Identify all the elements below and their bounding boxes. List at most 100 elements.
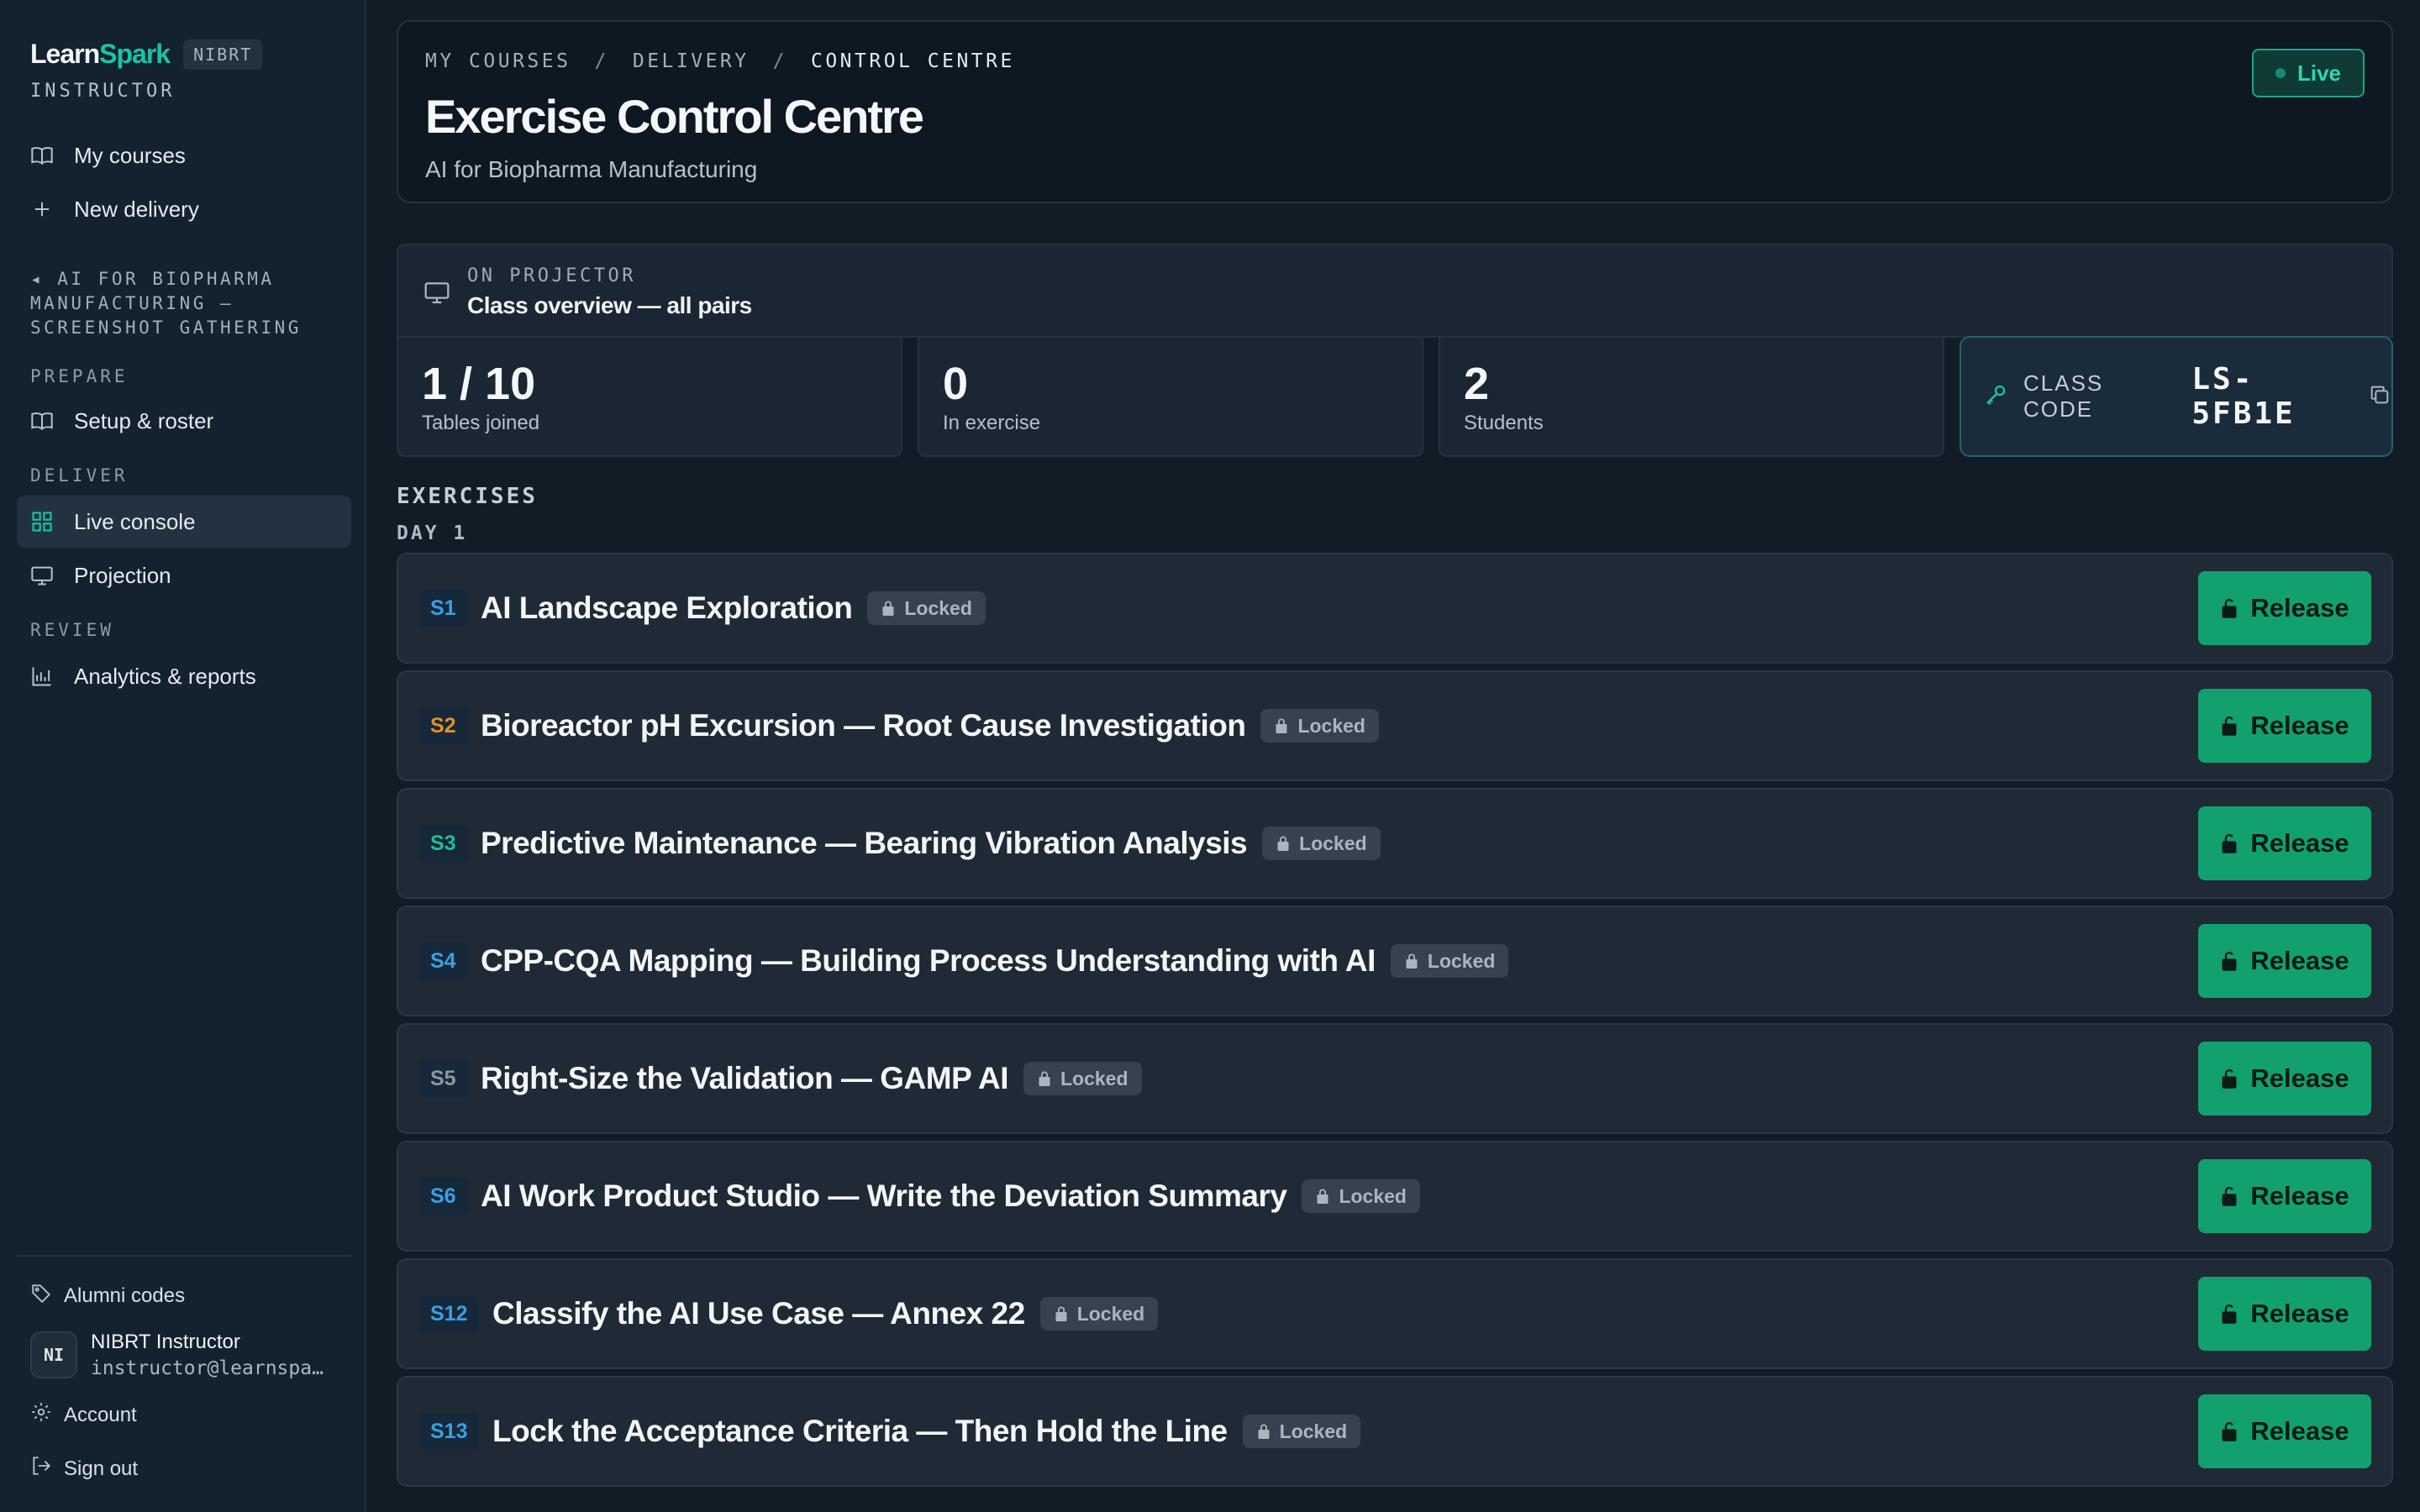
user-profile[interactable]: NI NIBRT Instructor instructor@learnspar…: [30, 1331, 334, 1379]
exercise-title: CPP-CQA Mapping — Building Process Under…: [481, 943, 1376, 978]
day-heading: DAY 1: [397, 522, 468, 544]
unlock-icon: [2220, 597, 2250, 619]
locked-label: Locked: [1279, 1420, 1348, 1442]
grid-icon: [30, 510, 74, 533]
release-button[interactable]: Release: [2198, 689, 2371, 763]
breadcrumb: MY COURSES / DELIVERY / CONTROL CENTRE: [425, 50, 1015, 72]
locked-badge: Locked: [1023, 1062, 1142, 1095]
exercise-title-group: Bioreactor pH Excursion — Root Cause Inv…: [481, 672, 1379, 780]
sidebar-item-live-console[interactable]: Live console: [17, 496, 351, 548]
locked-badge: Locked: [1039, 1297, 1159, 1331]
sidebar-item-setup-roster[interactable]: Setup & roster: [17, 395, 351, 447]
locked-label: Locked: [1060, 1067, 1128, 1089]
lock-icon: [1054, 1305, 1077, 1322]
avatar: NI: [30, 1331, 77, 1378]
sign-out-link[interactable]: Sign out: [30, 1455, 138, 1483]
exercise-row: S3 Predictive Maintenance — Bearing Vibra…: [397, 788, 2393, 899]
sidebar-item-analytics[interactable]: Analytics & reports: [17, 650, 351, 702]
stat-value: 2: [1464, 359, 1490, 409]
unlock-icon: [2220, 950, 2250, 972]
plus-icon: [30, 197, 74, 221]
release-button[interactable]: Release: [2198, 924, 2371, 998]
exercise-row: S1 AI Landscape Exploration Locked Release: [397, 553, 2393, 664]
unlock-icon: [2220, 1068, 2250, 1089]
user-email: instructor@learnspark.ai: [91, 1357, 334, 1379]
class-code-card: CLASS CODE LS-5FB1E: [1960, 336, 2393, 457]
alumni-codes-link[interactable]: Alumni codes: [30, 1282, 185, 1310]
release-button[interactable]: Release: [2198, 1277, 2371, 1351]
sidebar-item-label: Analytics & reports: [74, 663, 256, 689]
exercise-code-badge: S5: [418, 1060, 468, 1097]
monitor-icon: [30, 564, 74, 587]
lock-icon: [1404, 953, 1428, 969]
breadcrumb-delivery[interactable]: DELIVERY: [633, 50, 750, 72]
unlock-icon: [2220, 832, 2250, 854]
exercise-row: S5 Right-Size the Validation — GAMP AI Loc…: [397, 1023, 2393, 1134]
role-label: INSTRUCTOR: [30, 81, 176, 102]
exercise-code-badge: S12: [418, 1295, 480, 1332]
exercise-title: AI Work Product Studio — Write the Devia…: [481, 1179, 1287, 1213]
sign-out-label: Sign out: [64, 1457, 139, 1480]
unlock-icon: [2220, 1303, 2250, 1325]
sidebar-item-new-delivery[interactable]: New delivery: [17, 183, 351, 235]
exercise-title-group: Classify the AI Use Case — Annex 22 Locke…: [492, 1260, 1159, 1368]
stat-value: 1 / 10: [422, 359, 536, 409]
exercise-code-badge: S6: [418, 1178, 468, 1215]
sidebar-item-label: Live console: [74, 508, 196, 534]
stat-in-exercise: 0 In exercise: [918, 336, 1423, 457]
release-button[interactable]: Release: [2198, 1159, 2371, 1233]
logout-icon: [30, 1455, 64, 1483]
book-icon: [30, 409, 74, 433]
sidebar-item-label: Projection: [74, 562, 171, 588]
sidebar-item-projection[interactable]: Projection: [17, 549, 351, 601]
breadcrumb-separator: /: [594, 50, 609, 72]
status-label: Live: [2296, 60, 2341, 86]
section-label-prepare: PREPARE: [30, 366, 129, 386]
course-back-link[interactable]: ◂ AI FOR BIOPHARMA MANUFACTURING — SCREE…: [30, 267, 333, 340]
unlock-icon: [2220, 1185, 2250, 1207]
release-label: Release: [2250, 828, 2349, 858]
locked-badge: Locked: [867, 591, 986, 625]
lock-icon: [1315, 1188, 1339, 1205]
exercise-row: S4 CPP-CQA Mapping — Building Process Und…: [397, 906, 2393, 1016]
locked-label: Locked: [1339, 1184, 1407, 1207]
exercise-title-group: Right-Size the Validation — GAMP AI Locke…: [481, 1025, 1142, 1132]
account-link[interactable]: Account: [30, 1401, 137, 1429]
gear-icon: [30, 1401, 64, 1429]
copy-icon[interactable]: [2368, 383, 2391, 411]
locked-badge: Locked: [1390, 944, 1509, 978]
sidebar-item-label: New delivery: [74, 196, 199, 222]
exercise-title-group: CPP-CQA Mapping — Building Process Under…: [481, 907, 1509, 1015]
breadcrumb-separator: /: [772, 50, 787, 72]
locked-label: Locked: [1076, 1302, 1145, 1325]
unlock-icon: [2220, 715, 2250, 737]
breadcrumb-current: CONTROL CENTRE: [810, 50, 1015, 72]
locked-label: Locked: [904, 596, 972, 619]
release-button[interactable]: Release: [2198, 571, 2371, 645]
live-dot-icon: [2275, 68, 2286, 78]
stat-label: Tables joined: [422, 412, 540, 434]
sidebar-item-my-courses[interactable]: My courses: [17, 129, 351, 181]
brand-logo[interactable]: LearnSpark NIBRT: [30, 39, 263, 70]
exercise-title-group: AI Landscape Exploration Locked: [481, 554, 986, 662]
account-label: Account: [64, 1403, 137, 1426]
monitor-icon: [424, 282, 450, 304]
breadcrumb-my-courses[interactable]: MY COURSES: [425, 50, 571, 72]
release-button[interactable]: Release: [2198, 806, 2371, 880]
unlock-icon: [2220, 1420, 2250, 1442]
page-subtitle: AI for Biopharma Manufacturing: [425, 156, 758, 182]
stat-label: In exercise: [943, 412, 1041, 434]
exercise-title-group: Lock the Acceptance Criteria — Then Hold…: [492, 1378, 1361, 1485]
class-code-value: LS-5FB1E: [2191, 362, 2296, 431]
section-label-review: REVIEW: [30, 620, 114, 640]
projector-status[interactable]: ON PROJECTOR Class overview — all pairs: [397, 244, 2393, 338]
section-label-deliver: DELIVER: [30, 465, 129, 486]
release-button[interactable]: Release: [2198, 1394, 2371, 1468]
exercise-title: Classify the AI Use Case — Annex 22: [492, 1296, 1025, 1331]
exercise-code-badge: S2: [418, 707, 468, 744]
release-button[interactable]: Release: [2198, 1042, 2371, 1116]
lock-icon: [1037, 1070, 1060, 1087]
exercise-title-group: AI Work Product Studio — Write the Devia…: [481, 1142, 1420, 1250]
exercise-row: S2 Bioreactor pH Excursion — Root Cause I…: [397, 670, 2393, 781]
release-label: Release: [2250, 946, 2349, 975]
